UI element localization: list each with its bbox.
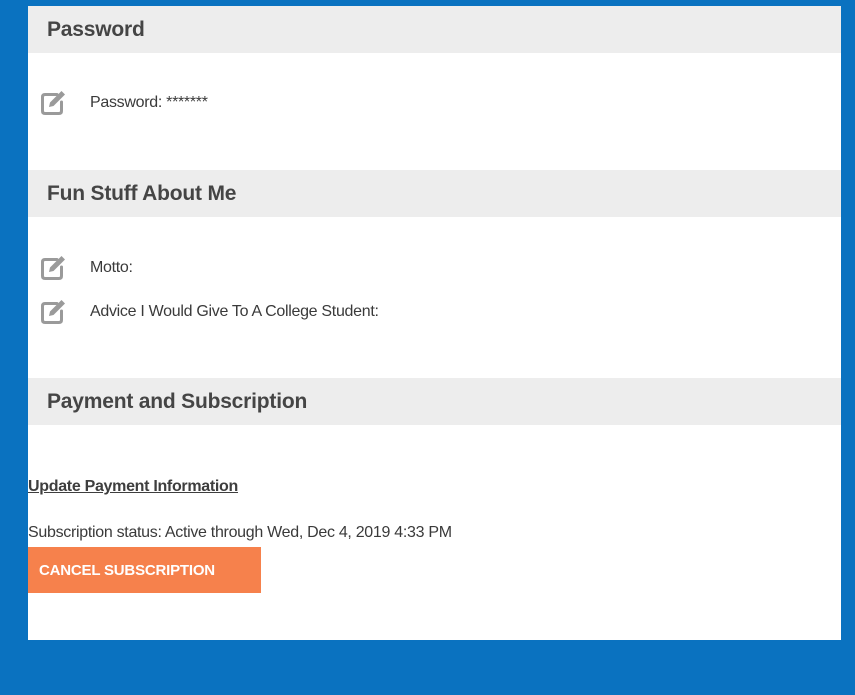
edit-icon[interactable] [40, 90, 68, 116]
field-row-motto: Motto: [40, 255, 133, 281]
update-payment-link[interactable]: Update Payment Information [28, 478, 238, 496]
section-header-password: Password [28, 6, 841, 53]
section-title-password: Password [47, 18, 145, 41]
edit-icon[interactable] [40, 255, 68, 281]
cancel-subscription-button[interactable]: CANCEL SUBSCRIPTION [28, 547, 261, 593]
password-field-label: Password: ******* [90, 94, 208, 111]
edit-icon[interactable] [40, 299, 68, 325]
section-header-payment: Payment and Subscription [28, 378, 841, 425]
advice-field-label: Advice I Would Give To A College Student… [90, 303, 379, 320]
field-row-advice: Advice I Would Give To A College Student… [40, 299, 379, 325]
motto-field-label: Motto: [90, 259, 133, 276]
section-title-fun-stuff: Fun Stuff About Me [47, 182, 237, 205]
section-header-fun-stuff: Fun Stuff About Me [28, 170, 841, 217]
field-row-password: Password: ******* [40, 90, 208, 116]
account-settings-panel: Password Password: ******* Fun Stuff Abo… [28, 6, 841, 640]
subscription-status-text: Subscription status: Active through Wed,… [28, 524, 452, 541]
section-title-payment: Payment and Subscription [47, 390, 308, 413]
